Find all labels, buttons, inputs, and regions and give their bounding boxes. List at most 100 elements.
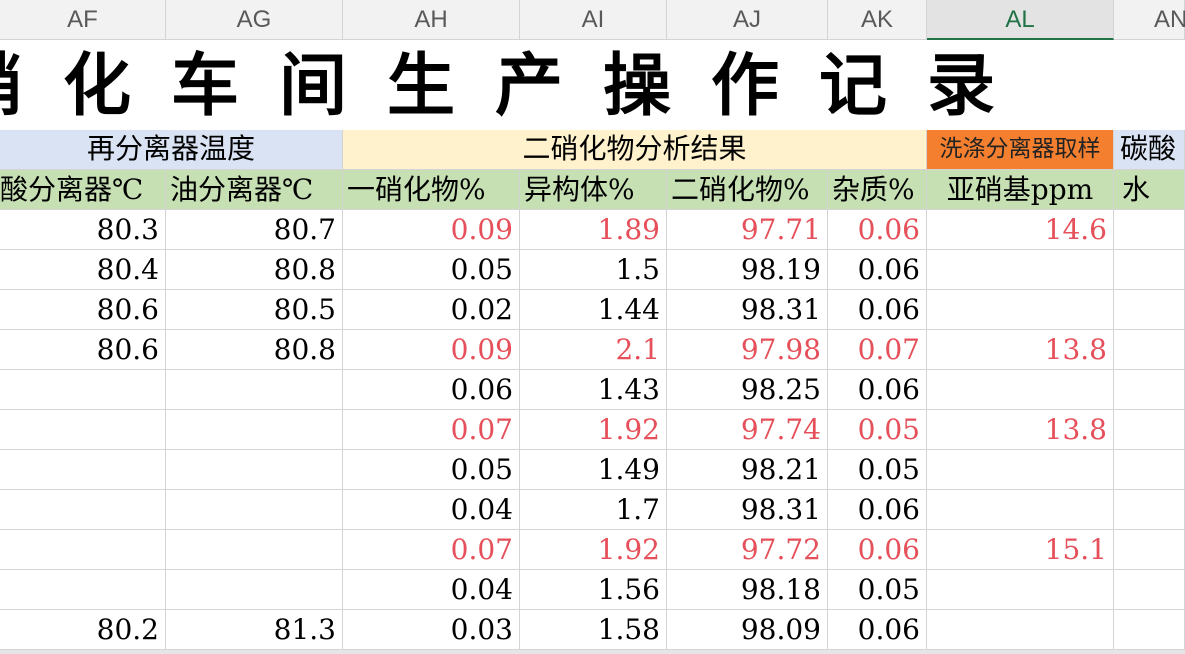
cell-ah-row-8[interactable]: 0.04 (343, 490, 520, 530)
subheader-mononitro[interactable]: 一硝化物% (343, 170, 520, 210)
cell-al-row-3[interactable] (927, 290, 1114, 330)
subheader-impurity[interactable]: 杂质% (828, 170, 927, 210)
group-header-reseparator-temp[interactable]: 再分离器温度 (0, 130, 343, 170)
cell-af-row-9[interactable] (0, 530, 166, 570)
cell-al-row-7[interactable] (927, 450, 1114, 490)
subheader-dinitro[interactable]: 二硝化物% (667, 170, 828, 210)
cell-ah-row-2[interactable]: 0.05 (343, 250, 520, 290)
cell-ak-row-7[interactable]: 0.05 (828, 450, 927, 490)
column-header-ah[interactable]: AH (343, 0, 520, 40)
cell-an-row-3[interactable] (1114, 290, 1185, 330)
cell-af-row-2[interactable]: 80.4 (0, 250, 166, 290)
cell-an-row-8[interactable] (1114, 490, 1185, 530)
subheader-water[interactable]: 水 (1114, 170, 1185, 210)
cell-ak-row-1[interactable]: 0.06 (828, 210, 927, 250)
cell-aj-row-3[interactable]: 98.31 (667, 290, 828, 330)
cell-ah-row-3[interactable]: 0.02 (343, 290, 520, 330)
cell-ai-row-2[interactable]: 1.5 (520, 250, 667, 290)
cell-ai-row-6[interactable]: 1.92 (520, 410, 667, 450)
cell-aj-row-5[interactable]: 98.25 (667, 370, 828, 410)
cell-al-row-6[interactable]: 13.8 (927, 410, 1114, 450)
cell-ag-row-7[interactable] (166, 450, 343, 490)
column-header-al[interactable]: AL (927, 0, 1114, 40)
column-header-ai[interactable]: AI (520, 0, 667, 40)
cell-ai-row-4[interactable]: 2.1 (520, 330, 667, 370)
subheader-acid-separator[interactable]: 酸分离器℃ (0, 170, 166, 210)
cell-al-row-2[interactable] (927, 250, 1114, 290)
cell-an-row-11[interactable] (1114, 610, 1185, 650)
cell-al-row-4[interactable]: 13.8 (927, 330, 1114, 370)
cell-af-row-4[interactable]: 80.6 (0, 330, 166, 370)
cell-ak-row-3[interactable]: 0.06 (828, 290, 927, 330)
cell-ak-row-9[interactable]: 0.06 (828, 530, 927, 570)
cell-ag-row-10[interactable] (166, 570, 343, 610)
cell-ag-row-4[interactable]: 80.8 (166, 330, 343, 370)
cell-aj-row-2[interactable]: 98.19 (667, 250, 828, 290)
cell-af-row-5[interactable] (0, 370, 166, 410)
cell-ah-row-4[interactable]: 0.09 (343, 330, 520, 370)
cell-ak-row-10[interactable]: 0.05 (828, 570, 927, 610)
subheader-oil-separator[interactable]: 油分离器℃ (166, 170, 343, 210)
cell-aj-row-7[interactable]: 98.21 (667, 450, 828, 490)
cell-af-row-6[interactable] (0, 410, 166, 450)
cell-ai-row-8[interactable]: 1.7 (520, 490, 667, 530)
cell-af-row-11[interactable]: 80.2 (0, 610, 166, 650)
cell-ag-row-3[interactable]: 80.5 (166, 290, 343, 330)
group-header-carbonate[interactable]: 碳酸 (1114, 130, 1185, 170)
cell-af-row-1[interactable]: 80.3 (0, 210, 166, 250)
cell-an-row-4[interactable] (1114, 330, 1185, 370)
cell-aj-row-4[interactable]: 97.98 (667, 330, 828, 370)
cell-aj-row-1[interactable]: 97.71 (667, 210, 828, 250)
cell-ai-row-3[interactable]: 1.44 (520, 290, 667, 330)
cell-ak-row-6[interactable]: 0.05 (828, 410, 927, 450)
column-header-an[interactable]: AN (1114, 0, 1185, 40)
cell-al-row-1[interactable]: 14.6 (927, 210, 1114, 250)
cell-ah-row-1[interactable]: 0.09 (343, 210, 520, 250)
cell-ag-row-8[interactable] (166, 490, 343, 530)
cell-ak-row-11[interactable]: 0.06 (828, 610, 927, 650)
cell-al-row-9[interactable]: 15.1 (927, 530, 1114, 570)
cell-aj-row-10[interactable]: 98.18 (667, 570, 828, 610)
title-row[interactable]: 硝化车间生产操作记录 (0, 40, 1185, 131)
cell-ak-row-5[interactable]: 0.06 (828, 370, 927, 410)
cell-ah-row-5[interactable]: 0.06 (343, 370, 520, 410)
cell-an-row-2[interactable] (1114, 250, 1185, 290)
group-header-dinitro-analysis[interactable]: 二硝化物分析结果 (343, 130, 927, 170)
group-header-wash-separator-sampling[interactable]: 洗涤分离器取样 (927, 130, 1114, 170)
cell-af-row-7[interactable] (0, 450, 166, 490)
cell-ag-row-11[interactable]: 81.3 (166, 610, 343, 650)
cell-ah-row-6[interactable]: 0.07 (343, 410, 520, 450)
cell-ai-row-7[interactable]: 1.49 (520, 450, 667, 490)
cell-af-row-3[interactable]: 80.6 (0, 290, 166, 330)
cell-an-row-9[interactable] (1114, 530, 1185, 570)
column-header-ag[interactable]: AG (166, 0, 343, 40)
subheader-nitrite[interactable]: 亚硝基ppm (927, 170, 1114, 210)
cell-al-row-8[interactable] (927, 490, 1114, 530)
cell-an-row-5[interactable] (1114, 370, 1185, 410)
subheader-isomer[interactable]: 异构体% (520, 170, 667, 210)
cell-ah-row-10[interactable]: 0.04 (343, 570, 520, 610)
cell-ai-row-5[interactable]: 1.43 (520, 370, 667, 410)
cell-aj-row-9[interactable]: 97.72 (667, 530, 828, 570)
cell-ag-row-1[interactable]: 80.7 (166, 210, 343, 250)
cell-ah-row-9[interactable]: 0.07 (343, 530, 520, 570)
column-header-aj[interactable]: AJ (667, 0, 828, 40)
cell-ai-row-1[interactable]: 1.89 (520, 210, 667, 250)
column-header-ak[interactable]: AK (828, 0, 927, 40)
cell-ai-row-9[interactable]: 1.92 (520, 530, 667, 570)
cell-ah-row-11[interactable]: 0.03 (343, 610, 520, 650)
cell-af-row-8[interactable] (0, 490, 166, 530)
cell-al-row-5[interactable] (927, 370, 1114, 410)
cell-al-row-11[interactable] (927, 610, 1114, 650)
cell-ak-row-2[interactable]: 0.06 (828, 250, 927, 290)
cell-an-row-1[interactable] (1114, 210, 1185, 250)
cell-ag-row-9[interactable] (166, 530, 343, 570)
cell-an-row-7[interactable] (1114, 450, 1185, 490)
cell-ak-row-4[interactable]: 0.07 (828, 330, 927, 370)
cell-an-row-10[interactable] (1114, 570, 1185, 610)
cell-af-row-10[interactable] (0, 570, 166, 610)
cell-ag-row-2[interactable]: 80.8 (166, 250, 343, 290)
cell-ag-row-5[interactable] (166, 370, 343, 410)
column-header-af[interactable]: AF (0, 0, 166, 40)
cell-ai-row-10[interactable]: 1.56 (520, 570, 667, 610)
